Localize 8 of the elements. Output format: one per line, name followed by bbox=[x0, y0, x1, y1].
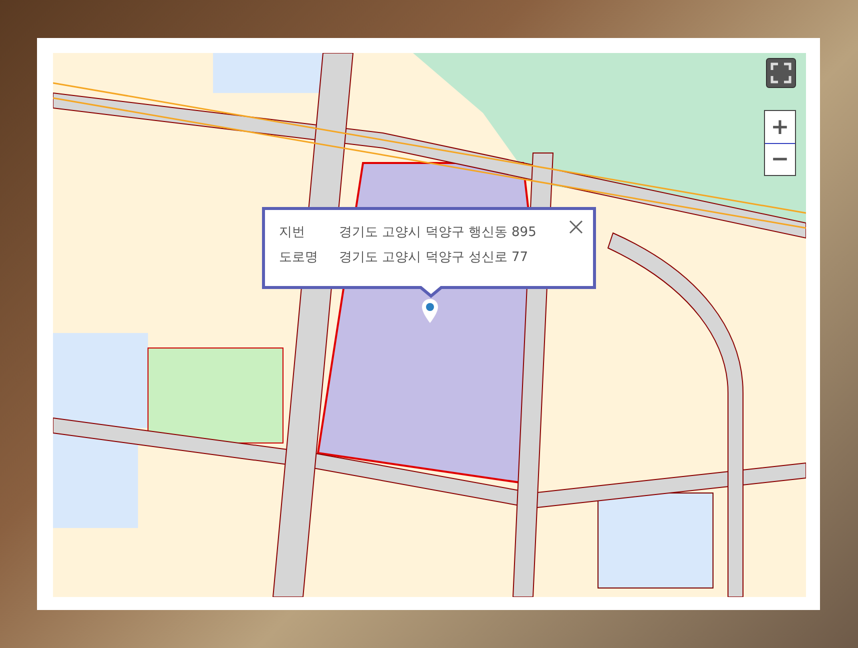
fullscreen-button[interactable] bbox=[766, 58, 796, 88]
fullscreen-icon bbox=[770, 62, 792, 84]
address-label: 지번 bbox=[279, 224, 306, 242]
close-icon[interactable] bbox=[569, 220, 583, 234]
address-label: 도로명 bbox=[279, 249, 319, 267]
address-value: 경기도 고양시 덕양구 성신로 77 bbox=[339, 249, 528, 267]
map-pin-icon bbox=[421, 298, 439, 324]
address-value: 경기도 고양시 덕양구 행신동 895 bbox=[339, 224, 536, 242]
